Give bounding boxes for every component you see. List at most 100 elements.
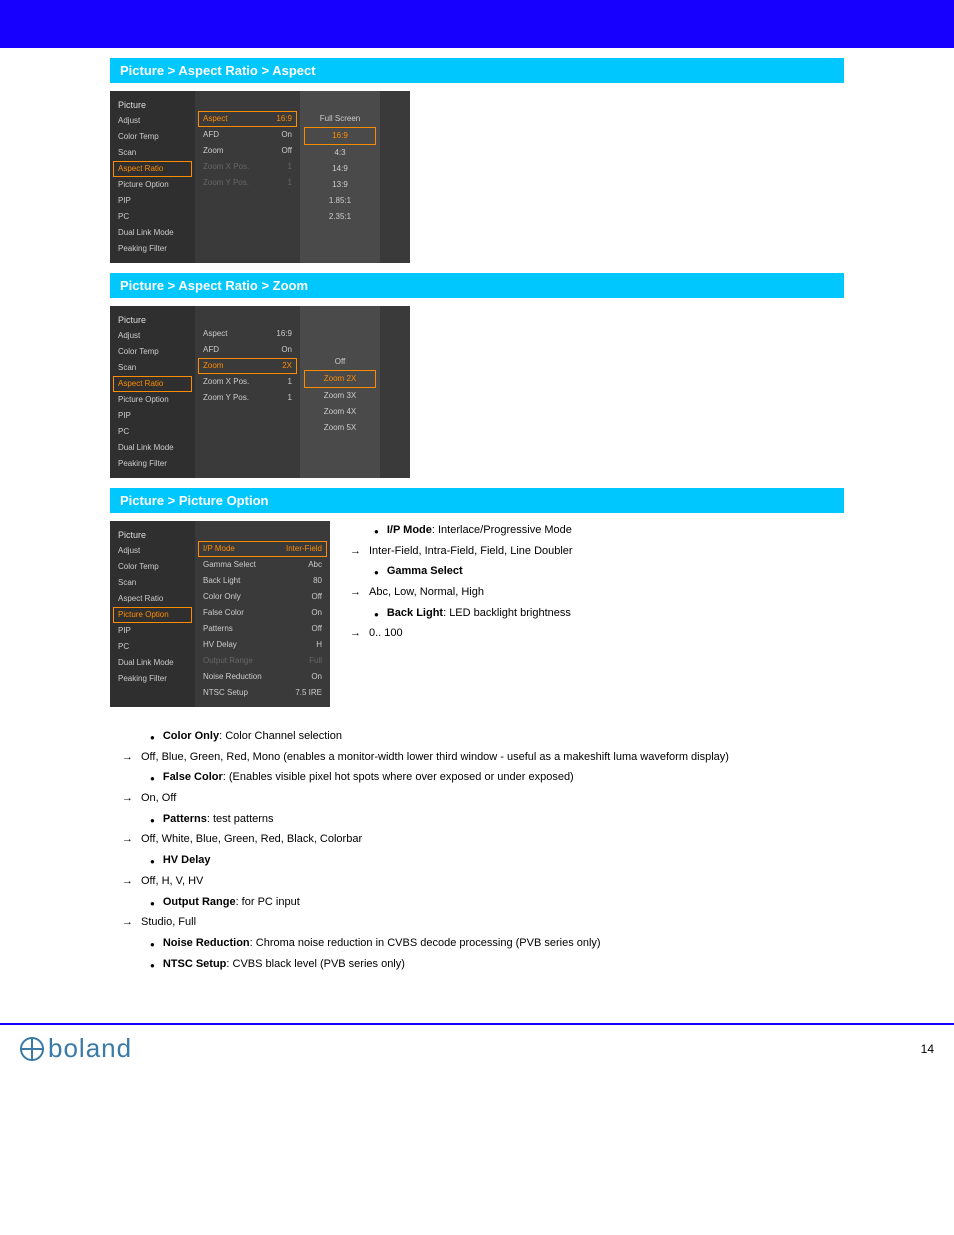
menu-item[interactable]: Dual Link Mode [110,225,195,241]
bullet-text: HV Delay [163,851,211,870]
menu-option[interactable]: 4:3 [300,145,380,161]
menu-item[interactable]: Color Temp [110,344,195,360]
menu-item[interactable]: PC [110,424,195,440]
menu-option[interactable]: Zoom 5X [300,420,380,436]
menu-option[interactable]: Zoom 4X [300,404,380,420]
arrow-icon: → [350,542,361,561]
menu-item[interactable]: Zoom X Pos.1 [195,159,300,175]
menu-item[interactable]: Picture Option [110,392,195,408]
menu-item[interactable]: False ColorOn [195,605,330,621]
menu-item[interactable]: Peaking Filter [110,456,195,472]
menu-value: 7.5 IRE [295,687,322,699]
bullet-item: ●HV Delay [110,851,844,870]
menu-label: I/P Mode [203,543,235,555]
menu-option[interactable]: 1.85:1 [300,193,380,209]
menu-label: Color Temp [118,346,159,358]
menu-label: Adjust [118,545,140,557]
menu-item[interactable]: Adjust [110,328,195,344]
menu-label: Color Temp [118,131,159,143]
menu-item[interactable]: PatternsOff [195,621,330,637]
menu-item[interactable]: Dual Link Mode [110,655,195,671]
menu-item[interactable]: PC [110,209,195,225]
menu-item[interactable]: Aspect 16:9 [198,111,297,127]
menu-item[interactable]: Color OnlyOff [195,589,330,605]
bullet-item: ●Patterns: test patterns [110,810,844,829]
bullet-detail: →Off, Blue, Green, Red, Mono (enables a … [110,748,844,767]
menu-label: PC [118,641,129,653]
menu-label: Peaking Filter [118,458,167,470]
menu-item[interactable]: Scan [110,575,195,591]
bullet-icon: ● [150,731,155,745]
menu-item[interactable]: HV DelayH [195,637,330,653]
menu-item[interactable]: Color Temp [110,559,195,575]
menu-item[interactable]: Aspect Ratio [113,376,192,392]
menu-item[interactable]: Scan [110,360,195,376]
menu-item[interactable]: Adjust [110,113,195,129]
menu-option[interactable]: 16:9 [304,127,376,145]
menu-option[interactable]: 13:9 [300,177,380,193]
menu-item[interactable]: PIP [110,623,195,639]
menu-label: False Color [203,607,244,619]
menu-col1: Picture AdjustColor TempScanAspect Ratio… [110,521,195,707]
menu-label: Zoom Y Pos. [203,177,249,189]
menu-value: Inter-Field [286,543,322,555]
menu-value: 16:9 [276,113,292,125]
menu-item[interactable]: Gamma SelectAbc [195,557,330,573]
menu-item[interactable]: Zoom2X [198,358,297,374]
menu-label: Output Range [203,655,253,667]
bullet-text: Off, H, V, HV [141,872,203,891]
menu-label: Dual Link Mode [118,442,174,454]
menu-item[interactable]: Scan [110,145,195,161]
menu-item[interactable]: Output Range Full [195,653,330,669]
menu-item[interactable]: Color Temp [110,129,195,145]
menu-item[interactable]: Aspect Ratio [110,591,195,607]
menu-option[interactable]: Full Screen [300,111,380,127]
menu-label: PC [118,211,129,223]
menu-value: Off [281,145,292,157]
bullet-detail: →Off, H, V, HV [110,872,844,891]
menu-item[interactable]: Zoom Y Pos.1 [195,390,300,406]
bullet-detail: →Off, White, Blue, Green, Red, Black, Co… [110,830,844,849]
menu-item[interactable]: ZoomOff [195,143,300,159]
menu-item[interactable]: Zoom X Pos.1 [195,374,300,390]
menu-value: 1 [288,376,292,388]
menu-label: Adjust [118,115,140,127]
menu-option[interactable]: Zoom 3X [300,388,380,404]
menu-value: Full [309,655,322,667]
menu-item[interactable]: Picture Option [113,607,192,623]
menu-item[interactable]: Peaking Filter [110,671,195,687]
arrow-icon: → [122,748,133,767]
menu-item[interactable]: PIP [110,408,195,424]
menu-item[interactable]: Back Light80 [195,573,330,589]
menu-item[interactable]: Zoom Y Pos.1 [195,175,300,191]
menu-item[interactable]: Dual Link Mode [110,440,195,456]
menu-value: 80 [313,575,322,587]
menu-item[interactable]: AFDOn [195,127,300,143]
menu-value: 1 [288,392,292,404]
menu-label: Dual Link Mode [118,227,174,239]
menu-item[interactable]: Peaking Filter [110,241,195,257]
menu-item[interactable]: NTSC Setup7.5 IRE [195,685,330,701]
menu-label: Aspect Ratio [118,593,163,605]
menu-label: Picture Option [118,609,169,621]
menu-option[interactable]: 2.35:1 [300,209,380,225]
bullet-detail: →Studio, Full [110,913,844,932]
menu-item[interactable]: PIP [110,193,195,209]
menu-item[interactable]: Picture Option [110,177,195,193]
menu-value: Abc [308,559,322,571]
menu-col2: Aspect16:9AFDOnZoomOffZoom X Pos.1Zoom Y… [195,91,300,263]
bullet-item: ●NTSC Setup: CVBS black level (PVB serie… [110,955,844,974]
menu-item[interactable]: Noise ReductionOn [195,669,330,685]
menu-item[interactable]: Aspect Ratio [113,161,192,177]
menu-value: 2X [282,360,292,372]
menu-item[interactable]: I/P Mode Inter-Field [198,541,327,557]
bullet-icon: ● [150,772,155,786]
menu-label: Aspect [203,113,227,125]
menu-option[interactable]: 14:9 [300,161,380,177]
menu-option[interactable]: Off [300,354,380,370]
menu-item[interactable]: Adjust [110,543,195,559]
menu-option[interactable]: Zoom 2X [304,370,376,388]
menu-item[interactable]: PC [110,639,195,655]
menu-item[interactable]: AFDOn [195,342,300,358]
menu-item[interactable]: Aspect16:9 [195,326,300,342]
